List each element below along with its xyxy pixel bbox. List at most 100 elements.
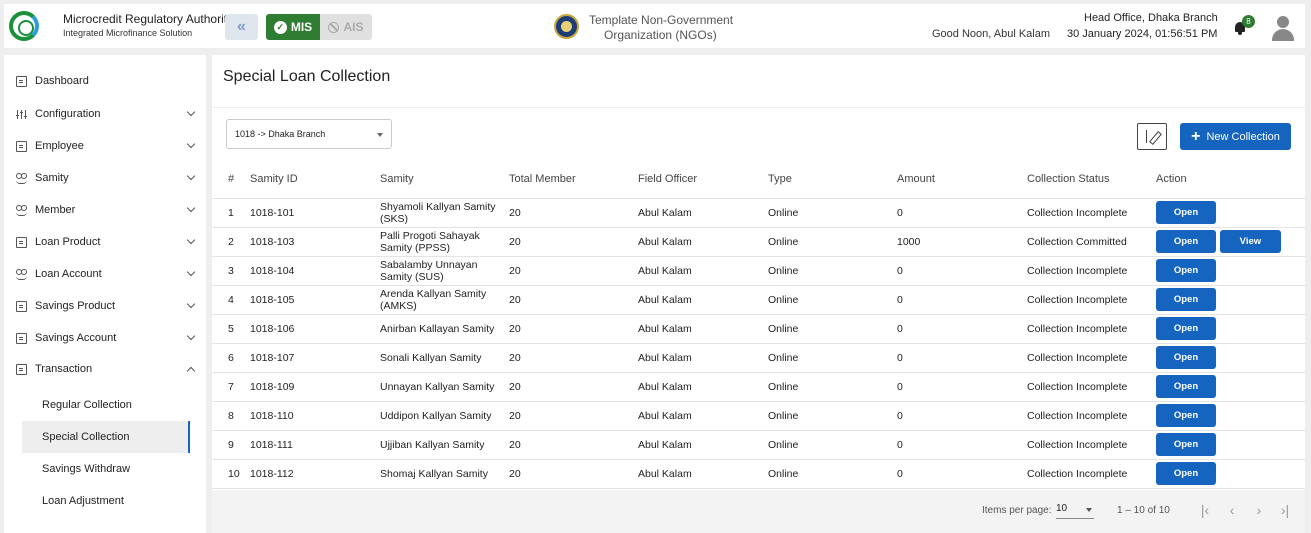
chevron-down-icon [186, 267, 196, 277]
collection-status-cell: Collection Incomplete [1027, 401, 1156, 431]
open-button[interactable]: Open [1156, 259, 1216, 282]
sidebar-subitem-loan-adjustment[interactable]: Loan Adjustment [22, 485, 190, 517]
open-button[interactable]: Open [1156, 317, 1216, 340]
sidebar-item-label: Loan Product [35, 236, 101, 248]
amount-cell: 0 [897, 401, 1027, 431]
branch-select-value: 1018 -> Dhaka Branch [235, 129, 326, 139]
action-cell: Open [1156, 285, 1305, 315]
next-page-icon[interactable]: › [1251, 502, 1267, 518]
type-cell: Online [768, 343, 897, 373]
total-member-cell: 20 [509, 314, 638, 344]
collapse-sidebar-button[interactable]: « [225, 14, 258, 40]
open-button[interactable]: Open [1156, 404, 1216, 427]
mode-mis-button[interactable]: ✓ MIS [266, 14, 320, 40]
amount-cell: 1000 [897, 227, 1027, 257]
sidebar-item-loan-account[interactable]: Loan Account [16, 262, 198, 286]
org-seal-icon [554, 14, 579, 39]
open-button[interactable]: Open [1156, 288, 1216, 311]
collection-status-cell: Collection Incomplete [1027, 314, 1156, 344]
open-button[interactable]: Open [1156, 462, 1216, 485]
open-button[interactable]: Open [1156, 433, 1216, 456]
page-size-select[interactable]: 10 [1056, 503, 1094, 519]
total-member-cell: 20 [509, 285, 638, 315]
collection-status-cell: Collection Incomplete [1027, 459, 1156, 489]
paginator: Items per page: 10 1 – 10 of 10 |‹ ‹ › ›… [212, 490, 1305, 533]
divider [212, 107, 1305, 108]
sidebar-item-dashboard[interactable]: Dashboard [16, 69, 198, 93]
sidebar-item-configuration[interactable]: Configuration [16, 102, 198, 126]
mode-ais-button[interactable]: AIS [320, 14, 372, 40]
amount-cell: 0 [897, 372, 1027, 402]
sidebar-item-savings-account[interactable]: Savings Account [16, 326, 198, 350]
org-name-line1: Template Non-Government [589, 13, 734, 27]
sidebar-subitem-regular-collection[interactable]: Regular Collection [22, 389, 190, 421]
sidebar-subitem-special-collection[interactable]: Special Collection [22, 421, 190, 453]
field-officer-cell: Abul Kalam [638, 343, 768, 373]
collection-status-cell: Collection Incomplete [1027, 430, 1156, 460]
sidebar-item-employee[interactable]: Employee [16, 134, 198, 158]
total-member-cell: 20 [509, 459, 638, 489]
items-per-page-label: Items per page: [982, 505, 1052, 516]
samity-name-cell: Uddipon Kallyan Samity [380, 401, 509, 431]
new-collection-label: New Collection [1206, 130, 1280, 143]
open-button[interactable]: Open [1156, 346, 1216, 369]
sidebar-item-label: Transaction [35, 363, 93, 375]
sidebar-item-label: Samity [35, 172, 69, 184]
sidebar-item-label: Dashboard [35, 75, 89, 87]
action-cell: Open [1156, 401, 1305, 431]
last-page-icon[interactable]: ›| [1277, 502, 1293, 518]
action-cell: Open [1156, 372, 1305, 402]
sidebar-item-label: Configuration [35, 108, 101, 120]
chevron-down-icon [186, 107, 196, 117]
sidebar-item-loan-product[interactable]: Loan Product [16, 230, 198, 254]
plus-icon: + [1191, 127, 1201, 145]
mra-logo-icon [9, 11, 39, 41]
samity-id-cell: 1018-110 [250, 401, 380, 431]
top-header: Microcredit Regulatory Authority Integra… [4, 4, 1305, 48]
field-officer-cell: Abul Kalam [638, 372, 768, 402]
sidebar-item-label: Member [35, 204, 76, 216]
sidebar-item-savings-product[interactable]: Savings Product [16, 294, 198, 318]
samity-id-cell: 1018-104 [250, 256, 380, 286]
mode-mis-label: MIS [290, 20, 313, 34]
amount-cell: 0 [897, 343, 1027, 373]
open-button[interactable]: Open [1156, 230, 1216, 253]
sidebar-subitem-savings-withdraw[interactable]: Savings Withdraw [22, 453, 190, 485]
column-header: Field Officer [638, 160, 768, 199]
table-row: 10 1018-112 Shomaj Kallyan Samity 20 Abul Ka… [212, 459, 1305, 489]
sidebar: Dashboard Configuration Employee Samity … [4, 55, 206, 533]
edit-columns-button[interactable] [1137, 123, 1167, 150]
chevron-down-icon [186, 331, 196, 341]
type-cell: Online [768, 401, 897, 431]
samity-id-cell: 1018-109 [250, 372, 380, 402]
type-cell: Online [768, 227, 897, 257]
column-header: Amount [897, 160, 1027, 199]
total-member-cell: 20 [509, 198, 638, 228]
new-collection-button[interactable]: + New Collection [1180, 123, 1291, 150]
user-avatar-icon[interactable] [1271, 14, 1295, 41]
action-cell: Open [1156, 198, 1305, 228]
sidebar-item-transaction[interactable]: Transaction [16, 357, 198, 381]
type-cell: Online [768, 314, 897, 344]
branch-select[interactable]: 1018 -> Dhaka Branch [226, 119, 392, 149]
samity-id-cell: 1018-106 [250, 314, 380, 344]
members-icon [16, 268, 27, 280]
view-button[interactable]: View [1219, 230, 1281, 253]
open-button[interactable]: Open [1156, 201, 1216, 224]
open-button[interactable]: Open [1156, 375, 1216, 398]
table-row: 6 1018-107 Sonali Kallyan Samity 20 Abul Kal… [212, 343, 1305, 373]
total-member-cell: 20 [509, 343, 638, 373]
type-cell: Online [768, 256, 897, 286]
previous-page-icon[interactable]: ‹ [1224, 502, 1240, 518]
first-page-icon[interactable]: |‹ [1197, 502, 1213, 518]
total-member-cell: 20 [509, 401, 638, 431]
field-officer-cell: Abul Kalam [638, 430, 768, 460]
caret-down-icon [377, 133, 383, 137]
document-icon [16, 332, 27, 344]
page-range: 1 – 10 of 10 [1117, 505, 1170, 516]
sidebar-item-label: Savings Product [35, 300, 116, 312]
sidebar-item-member[interactable]: Member [16, 198, 198, 222]
brand-title: Microcredit Regulatory Authority [63, 12, 234, 26]
sidebar-item-samity[interactable]: Samity [16, 166, 198, 190]
field-officer-cell: Abul Kalam [638, 285, 768, 315]
